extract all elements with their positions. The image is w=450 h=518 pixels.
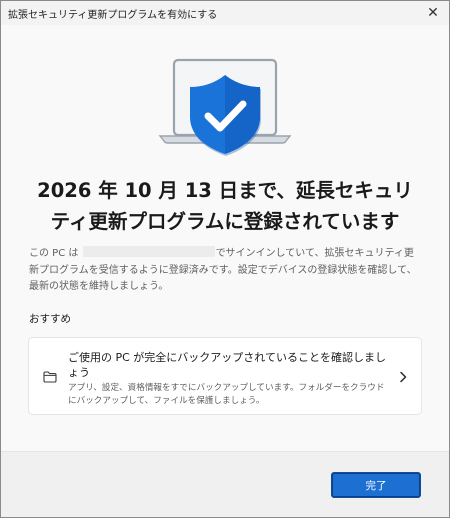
laptop-with-shield-check-icon — [158, 58, 292, 156]
dialog-window: 拡張セキュリティ更新プログラムを有効にする ✕ 2026 年 10 月 13 日… — [0, 0, 450, 518]
recommendation-description: アプリ、設定、資格情報をすでにバックアップしています。フォルダーをクラウドにバッ… — [68, 383, 385, 406]
hero-illustration — [1, 25, 449, 165]
page-title: 2026 年 10 月 13 日まで、延長セキュリティ更新プログラムに登録されて… — [37, 179, 413, 233]
window-title: 拡張セキュリティ更新プログラムを有効にする — [8, 9, 218, 21]
folder-icon — [43, 371, 57, 383]
close-button[interactable]: ✕ — [417, 1, 449, 25]
done-button[interactable]: 完了 — [331, 472, 421, 498]
redacted-account — [82, 246, 215, 257]
backup-recommendation-card[interactable]: ご使用の PC が完全にバックアップされていることを確認しましょう アプリ、設定… — [28, 337, 422, 415]
title-bar: 拡張セキュリティ更新プログラムを有効にする ✕ — [1, 1, 449, 25]
dialog-footer: 完了 — [1, 451, 449, 517]
chevron-right-icon — [400, 371, 407, 383]
recommendations-heading: おすすめ — [29, 313, 71, 325]
recommendation-title: ご使用の PC が完全にバックアップされていることを確認しましょう — [68, 351, 386, 379]
enrollment-description: この PC は でサインインしていて、拡張セキュリティ更新プログラムを受信するよ… — [29, 246, 423, 296]
description-prefix: この PC は — [29, 248, 79, 259]
close-icon: ✕ — [427, 5, 439, 21]
